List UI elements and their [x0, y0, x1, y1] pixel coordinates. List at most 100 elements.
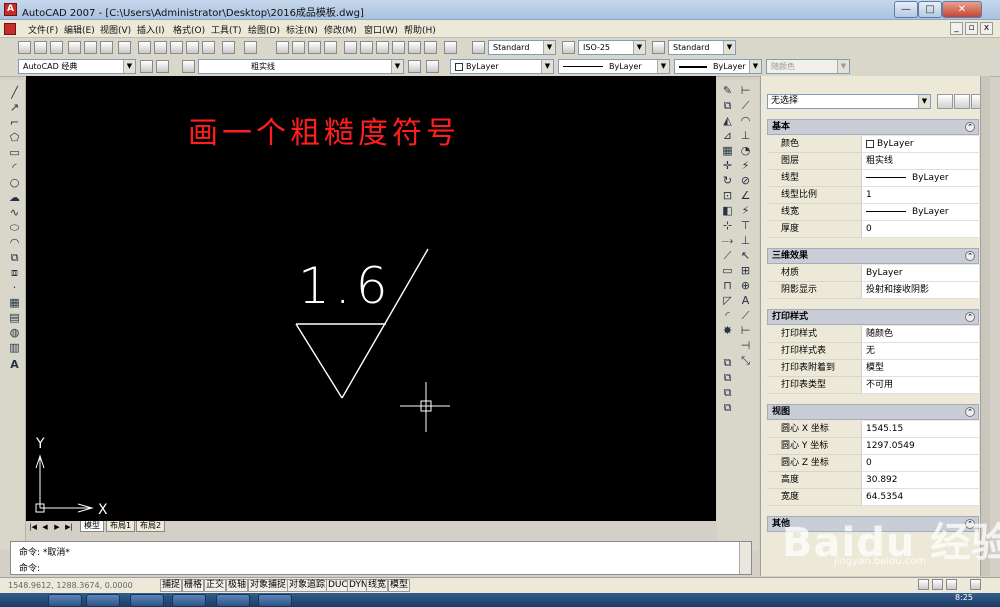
menu-dimension[interactable]: 标注(N): [286, 23, 318, 36]
revision-cloud-icon[interactable]: ☁: [8, 191, 21, 204]
grid-toggle[interactable]: 栅格: [182, 579, 205, 592]
design-center-icon[interactable]: [360, 41, 373, 54]
dim-override-icon[interactable]: ⤡: [739, 354, 752, 367]
stretch-icon[interactable]: ◧: [721, 204, 734, 217]
insert-block-icon[interactable]: ⧉: [8, 251, 21, 264]
cut-icon[interactable]: [138, 41, 151, 54]
redo-icon[interactable]: [244, 41, 257, 54]
make-current-layer-icon[interactable]: [408, 60, 421, 73]
quick-dimension-icon[interactable]: ⚡: [739, 204, 752, 217]
send-back-icon[interactable]: ⧉: [721, 386, 734, 399]
radius-icon[interactable]: ◔: [739, 144, 752, 157]
dimedit-icon[interactable]: A: [739, 294, 752, 307]
select-objects-icon[interactable]: [954, 94, 970, 109]
lineweight-toggle[interactable]: 线宽: [366, 579, 389, 592]
help-icon[interactable]: [444, 41, 457, 54]
command-window[interactable]: 命令: *取消* 命令:: [10, 541, 752, 575]
rectangle-icon[interactable]: ▭: [8, 146, 21, 159]
polyline-icon[interactable]: ⌐: [8, 116, 21, 129]
ellipse-icon[interactable]: ⬭: [8, 221, 21, 234]
menu-insert[interactable]: 插入(I): [137, 23, 165, 36]
communication-center-icon[interactable]: [918, 579, 929, 590]
document-icon[interactable]: [4, 23, 16, 35]
point-icon[interactable]: ·: [8, 281, 21, 294]
continue-icon[interactable]: ⊥: [739, 234, 752, 247]
3d-dwf-icon[interactable]: [118, 41, 131, 54]
layer-previous-icon[interactable]: [426, 60, 439, 73]
layer-select[interactable]: 粗实线 ▼: [198, 59, 404, 74]
polygon-icon[interactable]: ⬠: [8, 131, 21, 144]
menu-file[interactable]: 文件(F): [28, 23, 58, 36]
dimension-update-icon[interactable]: ⊢: [739, 324, 752, 337]
workspace-select[interactable]: AutoCAD 经典 ▼: [18, 59, 136, 74]
property-row[interactable]: 宽度 64.5354: [767, 489, 979, 506]
section-plot-style[interactable]: 打印样式 ⌃: [767, 309, 979, 325]
model-toggle[interactable]: 模型: [388, 579, 411, 592]
maximize-button[interactable]: □: [918, 1, 942, 18]
arc-length-icon[interactable]: ◠: [739, 114, 752, 127]
dimtedit-icon[interactable]: ⟋: [739, 309, 752, 322]
tray-settings-icon[interactable]: [946, 579, 957, 590]
property-row[interactable]: 线型 ByLayer: [767, 170, 979, 187]
plot-icon[interactable]: [68, 41, 81, 54]
polar-toggle[interactable]: 极轴: [226, 579, 249, 592]
text-style-icon[interactable]: [472, 41, 485, 54]
taskbar-media-icon[interactable]: [130, 594, 164, 607]
snap-toggle[interactable]: 捕捉: [160, 579, 183, 592]
property-row[interactable]: 图层 粗实线: [767, 153, 979, 170]
layer-manager-icon[interactable]: [182, 60, 195, 73]
autocad-app-icon[interactable]: A: [4, 3, 17, 16]
doc-minimize-button[interactable]: _: [950, 22, 963, 35]
menu-modify[interactable]: 修改(M): [324, 23, 357, 36]
ordinate-icon[interactable]: ⊥: [739, 129, 752, 142]
new-icon[interactable]: [18, 41, 31, 54]
command-scrollbar[interactable]: [739, 542, 751, 574]
markup-icon[interactable]: [408, 41, 421, 54]
property-row[interactable]: 打印表类型 不可用: [767, 377, 979, 394]
qleader-icon[interactable]: ↖: [739, 249, 752, 262]
line-icon[interactable]: ╱: [8, 86, 21, 99]
prev-tab-icon[interactable]: ◀: [40, 522, 50, 532]
osnap-toggle[interactable]: 对象捕捉: [248, 579, 289, 592]
doc-close-button[interactable]: x: [980, 22, 993, 35]
menu-tools[interactable]: 工具(T): [211, 23, 242, 36]
command-prompt[interactable]: 命令:: [19, 561, 40, 574]
taskbar-app-icon[interactable]: [172, 594, 206, 607]
zoom-realtime-icon[interactable]: [292, 41, 305, 54]
tab-layout2[interactable]: 布局2: [136, 521, 166, 532]
spline-icon[interactable]: ∿: [8, 206, 21, 219]
close-button[interactable]: ✕: [942, 1, 982, 18]
section-general[interactable]: 基本 ⌃: [767, 119, 979, 135]
publish-icon[interactable]: [100, 41, 113, 54]
dim-style-select[interactable]: ISO-25 ▼: [578, 40, 646, 55]
paste-icon[interactable]: [170, 41, 183, 54]
chamfer-icon[interactable]: ◸: [721, 294, 734, 307]
collapse-icon[interactable]: ⌃: [965, 312, 975, 322]
color-select[interactable]: ByLayer ▼: [450, 59, 554, 74]
explode-icon[interactable]: ✸: [721, 324, 734, 337]
offset-icon[interactable]: ⊿: [721, 129, 734, 142]
aligned-dimension-icon[interactable]: ⟋: [739, 99, 752, 112]
break-icon[interactable]: ▭: [721, 264, 734, 277]
dimstyle-icon[interactable]: ⊣: [739, 339, 752, 352]
block-editor-icon[interactable]: [202, 41, 215, 54]
bring-front-icon[interactable]: ⧉: [721, 371, 734, 384]
scale-icon[interactable]: ⊡: [721, 189, 734, 202]
property-row[interactable]: 打印表附着到 模型: [767, 360, 979, 377]
otrack-toggle[interactable]: 对象追踪: [287, 579, 328, 592]
baseline-icon[interactable]: ⊤: [739, 219, 752, 232]
fillet-icon[interactable]: ◜: [721, 309, 734, 322]
properties-icon[interactable]: [344, 41, 357, 54]
move-icon[interactable]: ✛: [721, 159, 734, 172]
lock-icon[interactable]: [932, 579, 943, 590]
menu-draw[interactable]: 绘图(D): [248, 23, 280, 36]
copy-icon[interactable]: [154, 41, 167, 54]
property-row[interactable]: 阴影显示 投射和接收阴影: [767, 282, 979, 299]
property-row[interactable]: 打印样式 随颜色: [767, 326, 979, 343]
erase-icon[interactable]: ✎: [721, 84, 734, 97]
dim-style-icon[interactable]: [562, 41, 575, 54]
section-misc[interactable]: 其他 ⌃: [767, 516, 979, 532]
tab-model[interactable]: 模型: [80, 521, 104, 532]
hatch-icon[interactable]: ▦: [8, 296, 21, 309]
palette-title-strip[interactable]: [980, 76, 990, 576]
